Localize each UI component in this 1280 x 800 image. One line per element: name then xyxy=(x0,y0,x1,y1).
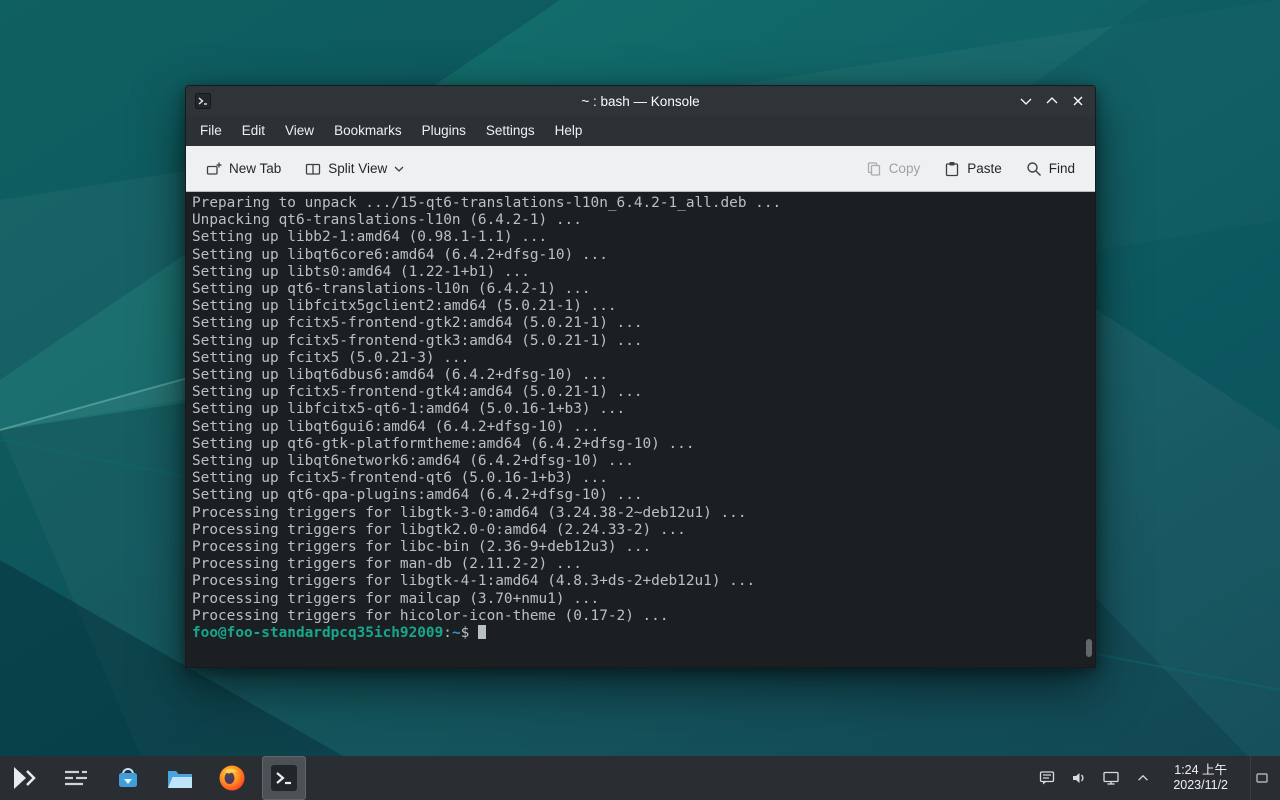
clock-time: 1:24 上午 xyxy=(1173,763,1228,778)
terminal-line: Setting up libqt6network6:amd64 (6.4.2+d… xyxy=(192,453,1085,470)
terminal-line: Processing triggers for libgtk2.0-0:amd6… xyxy=(192,522,1085,539)
menu-plugins[interactable]: Plugins xyxy=(412,116,476,146)
firefox-button[interactable] xyxy=(210,756,254,800)
terminal-prompt: foo@foo-standardpcq35ich92009:~$ xyxy=(192,625,1085,642)
app-launcher-button[interactable] xyxy=(2,756,46,800)
chevron-down-icon xyxy=(394,165,404,173)
find-label: Find xyxy=(1049,161,1075,176)
terminal-scrollbar[interactable] xyxy=(1085,194,1093,665)
taskbar: 1:24 上午 2023/11/2 xyxy=(0,756,1280,800)
split-view-icon xyxy=(305,161,321,177)
konsole-task-button[interactable] xyxy=(262,756,306,800)
terminal-line: Setting up libqt6core6:amd64 (6.4.2+dfsg… xyxy=(192,247,1085,264)
new-tab-icon xyxy=(206,161,222,177)
system-tray: 1:24 上午 2023/11/2 xyxy=(1037,756,1278,800)
display-icon xyxy=(1102,769,1120,787)
chevron-up-icon xyxy=(1043,92,1061,110)
terminal-output[interactable]: Preparing to unpack .../15-qt6-translati… xyxy=(186,192,1095,667)
split-view-label: Split View xyxy=(328,161,387,176)
copy-button[interactable]: Copy xyxy=(858,154,929,184)
terminal-line: Unpacking qt6-translations-l10n (6.4.2-1… xyxy=(192,212,1085,229)
terminal-line: Setting up libfcitx5-qt6-1:amd64 (5.0.16… xyxy=(192,401,1085,418)
firefox-icon xyxy=(217,763,247,793)
new-tab-button[interactable]: New Tab xyxy=(198,154,289,184)
prompt-symbol: $ xyxy=(461,625,470,641)
terminal-line: Processing triggers for libgtk-3-0:amd64… xyxy=(192,505,1085,522)
terminal-line: Setting up libqt6dbus6:amd64 (6.4.2+dfsg… xyxy=(192,367,1085,384)
konsole-window-icon[interactable] xyxy=(194,92,212,110)
pager-icon xyxy=(62,764,90,792)
pager-widget-button[interactable] xyxy=(54,756,98,800)
volume-button[interactable] xyxy=(1069,768,1089,788)
terminal-line: Setting up qt6-translations-l10n (6.4.2-… xyxy=(192,281,1085,298)
show-desktop-button[interactable] xyxy=(1250,756,1272,800)
paste-label: Paste xyxy=(967,161,1002,176)
chevron-up-icon xyxy=(1135,770,1151,786)
find-button[interactable]: Find xyxy=(1018,154,1083,184)
terminal-line: Processing triggers for man-db (2.11.2-2… xyxy=(192,556,1085,573)
menubar: FileEditViewBookmarksPluginsSettingsHelp xyxy=(186,116,1095,146)
menu-help[interactable]: Help xyxy=(545,116,593,146)
show-desktop-icon xyxy=(1256,772,1268,784)
konsole-window: ~ : bash — Konsole FileEditViewBookmarks… xyxy=(185,85,1096,668)
menu-file[interactable]: File xyxy=(190,116,232,146)
terminal-line: Setting up fcitx5-frontend-gtk4:amd64 (5… xyxy=(192,384,1085,401)
find-icon xyxy=(1026,161,1042,177)
notifications-icon xyxy=(1038,769,1056,787)
discover-icon xyxy=(113,763,143,793)
tray-expander-button[interactable] xyxy=(1133,768,1153,788)
terminal-line: Setting up fcitx5-frontend-qt6 (5.0.16-1… xyxy=(192,470,1085,487)
terminal-line: Setting up qt6-gtk-platformtheme:amd64 (… xyxy=(192,436,1085,453)
paste-button[interactable]: Paste xyxy=(936,154,1010,184)
toolbar: New Tab Split View Copy Paste Find xyxy=(186,146,1095,192)
paste-icon xyxy=(944,161,960,177)
split-view-button[interactable]: Split View xyxy=(297,154,412,184)
terminal-line: Setting up libb2-1:amd64 (0.98.1-1.1) ..… xyxy=(192,229,1085,246)
menu-bookmarks[interactable]: Bookmarks xyxy=(324,116,412,146)
prompt-path: ~ xyxy=(452,625,461,641)
window-controls xyxy=(1017,92,1087,110)
terminal-lines: Preparing to unpack .../15-qt6-translati… xyxy=(192,195,1085,625)
notifications-button[interactable] xyxy=(1037,768,1057,788)
terminal-line: Processing triggers for mailcap (3.70+nm… xyxy=(192,591,1085,608)
copy-icon xyxy=(866,161,882,177)
close-icon xyxy=(1069,92,1087,110)
terminal-line: Setting up libqt6gui6:amd64 (6.4.2+dfsg-… xyxy=(192,419,1085,436)
konsole-icon xyxy=(269,763,299,793)
menu-settings[interactable]: Settings xyxy=(476,116,545,146)
scrollbar-thumb[interactable] xyxy=(1086,639,1092,657)
file-manager-button[interactable] xyxy=(158,756,202,800)
terminal-line: Setting up fcitx5 (5.0.21-3) ... xyxy=(192,350,1085,367)
menu-view[interactable]: View xyxy=(275,116,324,146)
terminal-line: Setting up libts0:amd64 (1.22-1+b1) ... xyxy=(192,264,1085,281)
folder-icon xyxy=(165,763,195,793)
terminal-line: Processing triggers for libgtk-4-1:amd64… xyxy=(192,573,1085,590)
clock-date: 2023/11/2 xyxy=(1173,778,1228,793)
prompt-separator: : xyxy=(443,625,452,641)
window-titlebar[interactable]: ~ : bash — Konsole xyxy=(186,86,1095,116)
menu-edit[interactable]: Edit xyxy=(232,116,275,146)
discover-button[interactable] xyxy=(106,756,150,800)
terminal-line: Setting up fcitx5-frontend-gtk3:amd64 (5… xyxy=(192,333,1085,350)
new-tab-label: New Tab xyxy=(229,161,281,176)
prompt-user-host: foo@foo-standardpcq35ich92009 xyxy=(192,625,443,641)
display-network-button[interactable] xyxy=(1101,768,1121,788)
volume-icon xyxy=(1070,769,1088,787)
terminal-line: Setting up libfcitx5gclient2:amd64 (5.0.… xyxy=(192,298,1085,315)
window-title: ~ : bash — Konsole xyxy=(186,94,1095,109)
terminal-line: Setting up qt6-qpa-plugins:amd64 (6.4.2+… xyxy=(192,487,1085,504)
terminal-line: Setting up fcitx5-frontend-gtk2:amd64 (5… xyxy=(192,315,1085,332)
terminal-line: Processing triggers for hicolor-icon-the… xyxy=(192,608,1085,625)
copy-label: Copy xyxy=(889,161,921,176)
terminal-cursor xyxy=(478,625,486,639)
terminal-line: Preparing to unpack .../15-qt6-translati… xyxy=(192,195,1085,212)
app-launcher-icon xyxy=(9,763,39,793)
chevron-down-icon xyxy=(1017,92,1035,110)
clock[interactable]: 1:24 上午 2023/11/2 xyxy=(1173,763,1228,793)
maximize-button[interactable] xyxy=(1043,92,1061,110)
close-button[interactable] xyxy=(1069,92,1087,110)
terminal-line: Processing triggers for libc-bin (2.36-9… xyxy=(192,539,1085,556)
minimize-button[interactable] xyxy=(1017,92,1035,110)
